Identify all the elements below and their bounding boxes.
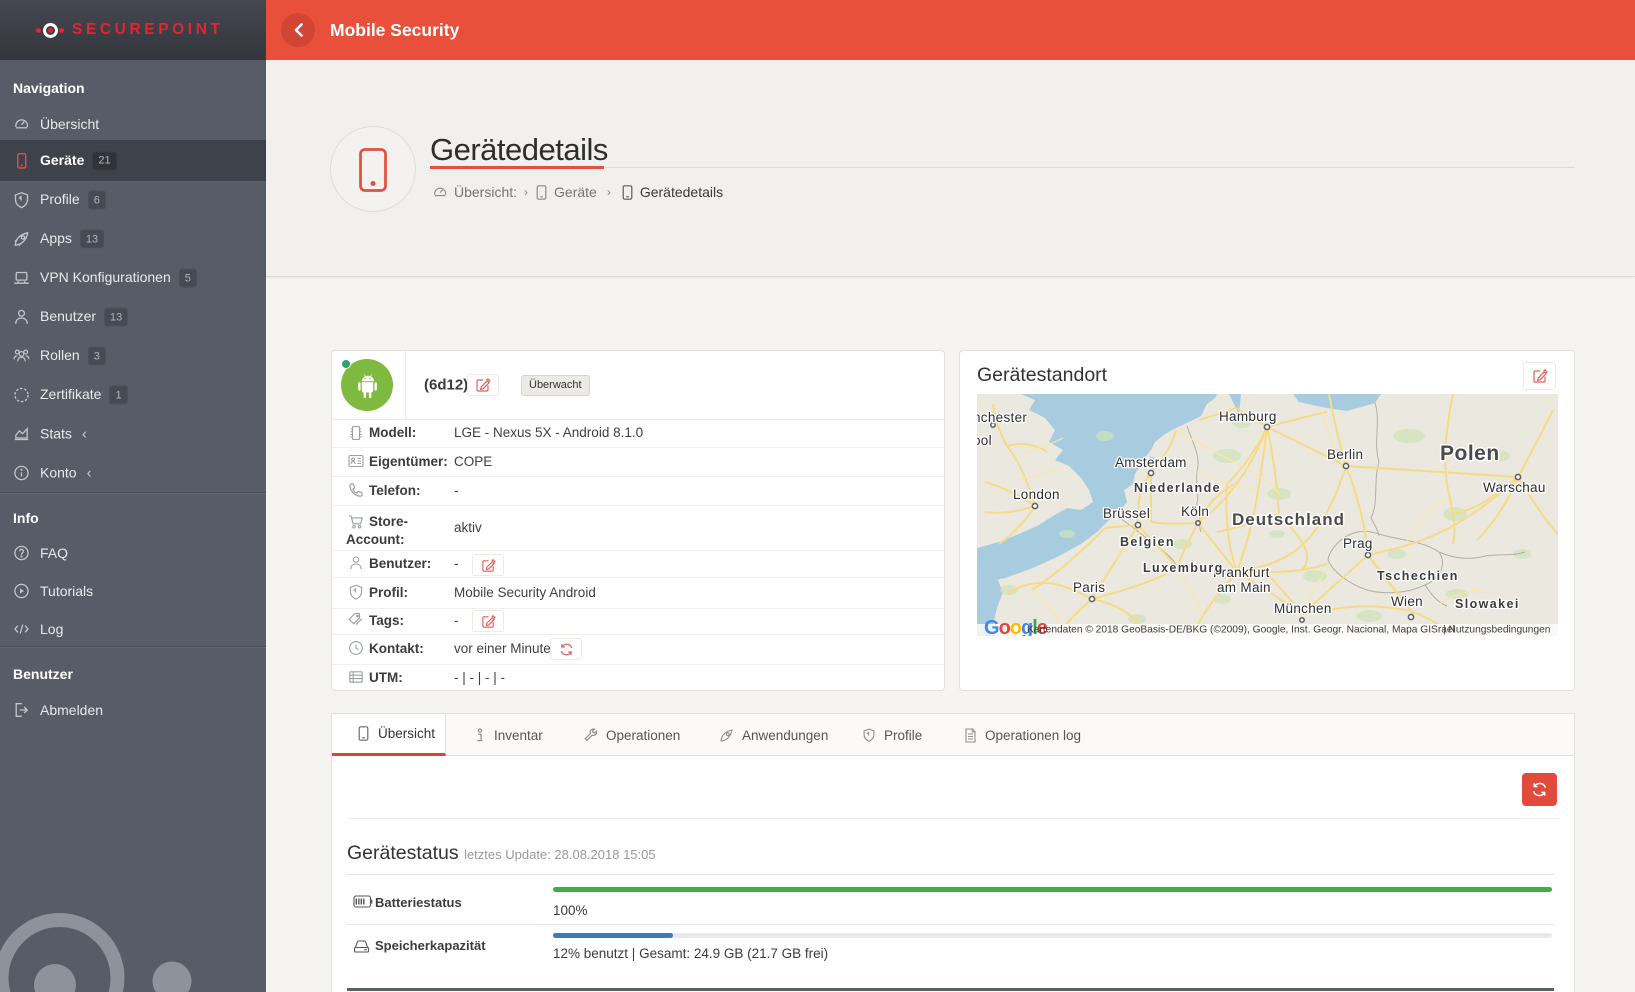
svg-text:Brüssel: Brüssel — [1103, 506, 1150, 521]
svg-text:am Main: am Main — [1217, 580, 1271, 595]
svg-text:Hamburg: Hamburg — [1219, 409, 1277, 424]
svg-text:Belgien: Belgien — [1120, 535, 1175, 549]
svg-text:ool: ool — [977, 433, 992, 448]
svg-text:Slowakei: Slowakei — [1455, 597, 1520, 611]
svg-text:Wien: Wien — [1391, 594, 1423, 609]
svg-text:Amsterdam: Amsterdam — [1115, 455, 1187, 470]
svg-text:Warschau: Warschau — [1483, 480, 1546, 495]
svg-text:Deutschland: Deutschland — [1232, 510, 1345, 529]
svg-text:London: London — [1013, 487, 1060, 502]
svg-text:München: München — [1274, 601, 1332, 616]
svg-text:Polen: Polen — [1440, 442, 1500, 465]
svg-text:Köln: Köln — [1181, 504, 1209, 519]
svg-text:Prag: Prag — [1343, 536, 1373, 551]
svg-text:Paris: Paris — [1073, 580, 1105, 595]
svg-text:Kartendaten © 2018 GeoBasis-DE: Kartendaten © 2018 GeoBasis-DE/BKG (©200… — [1027, 625, 1455, 636]
svg-text:Niederlande: Niederlande — [1134, 481, 1221, 495]
svg-text:nchester: nchester — [977, 410, 1027, 425]
svg-text:| Nutzungsbedingungen: | Nutzungsbedingungen — [1443, 625, 1550, 636]
svg-text:Luxemburg: Luxemburg — [1143, 561, 1224, 575]
svg-text:Berlin: Berlin — [1327, 447, 1363, 462]
svg-text:Tschechien: Tschechien — [1377, 569, 1459, 583]
